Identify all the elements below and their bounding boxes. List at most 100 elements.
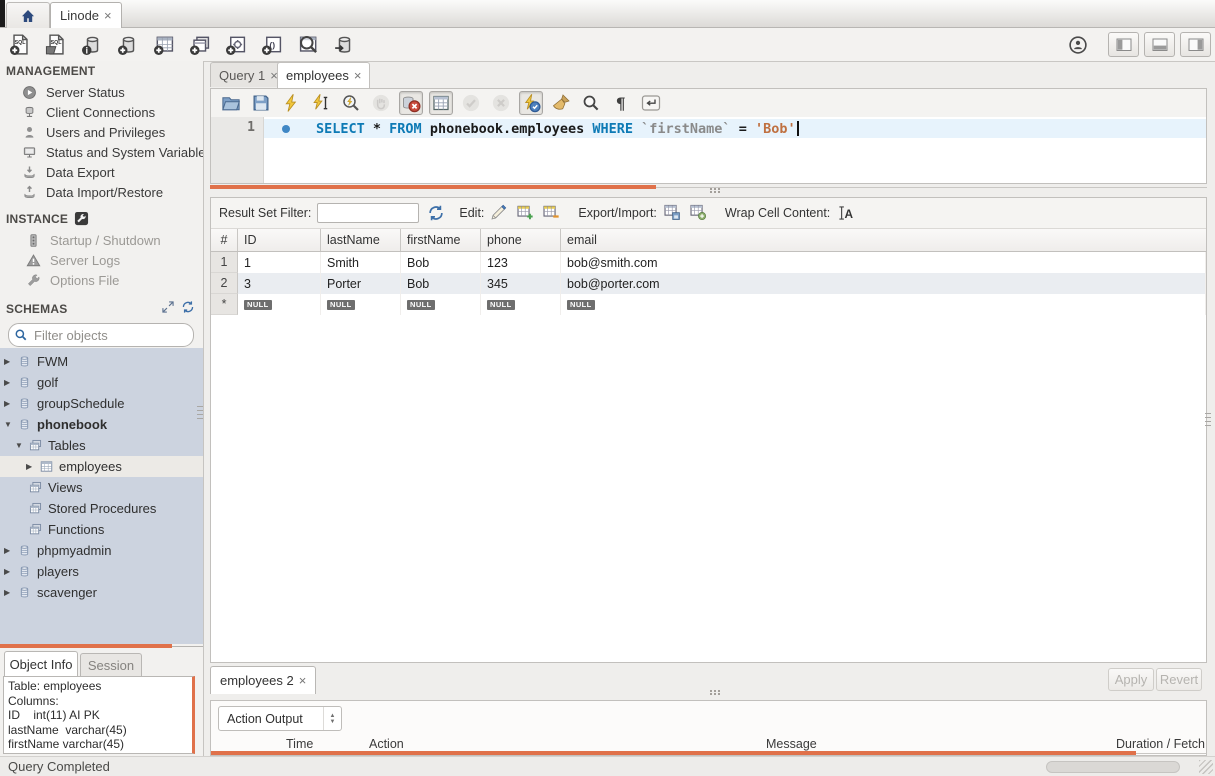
connection-tab-linode[interactable]: Linode × (50, 2, 122, 28)
show-invisible-characters-button[interactable]: ¶ (609, 91, 633, 115)
query-tab-query1[interactable]: Query 1 × (210, 62, 287, 87)
table-row[interactable]: 23PorterBob345bob@porter.com (211, 273, 1206, 294)
home-tab[interactable] (6, 2, 50, 28)
grid-cell[interactable]: NULL (561, 294, 1206, 315)
toggle-bottom-panel-button[interactable] (1144, 32, 1175, 57)
tree-item-phpmyadmin[interactable]: phpmyadmin (0, 540, 203, 561)
grid-cell[interactable]: Bob (401, 252, 481, 273)
wrap-cell-content-icon[interactable]: A (836, 204, 854, 222)
tree-item-phonebook[interactable]: phonebook (0, 414, 203, 435)
grid-cell[interactable]: 3 (238, 273, 321, 294)
column-header-email[interactable]: email (561, 229, 1206, 251)
edit-current-row-button[interactable] (490, 203, 508, 224)
tree-item-functions[interactable]: Functions (0, 519, 203, 540)
action-column-time[interactable]: Time (267, 737, 363, 751)
reconnect-database-button[interactable] (331, 31, 358, 58)
editor-results-splitter[interactable] (210, 184, 1207, 197)
action-column-action[interactable]: Action (363, 737, 758, 751)
open-sql-script-button[interactable]: SQL (43, 31, 70, 58)
tree-item-stored-procedures[interactable]: Stored Procedures (0, 498, 203, 519)
grid-cell[interactable]: Porter (321, 273, 401, 294)
close-icon[interactable]: × (299, 673, 307, 688)
grid-cell[interactable]: 345 (481, 273, 561, 294)
toggle-left-panel-button[interactable] (1108, 32, 1139, 57)
tree-item-scavenger[interactable]: scavenger (0, 582, 203, 603)
toggle-autocommit-button[interactable] (519, 91, 543, 115)
open-script-button[interactable] (219, 91, 243, 115)
toggle-right-panel-button[interactable] (1180, 32, 1211, 57)
horizontal-scrollbar-thumb[interactable] (1046, 761, 1180, 773)
grid-cell[interactable]: bob@porter.com (561, 273, 1206, 294)
tab-object-info[interactable]: Object Info (4, 651, 78, 676)
close-icon[interactable]: × (104, 8, 112, 23)
tab-session[interactable]: Session (80, 653, 142, 676)
sidebar-item-server-logs[interactable]: Server Logs (0, 250, 203, 270)
add-new-row-button[interactable] (516, 203, 534, 224)
action-column-message[interactable]: Message (758, 737, 1110, 751)
workbench-status-button[interactable] (1067, 34, 1089, 56)
result-tab-employees-2[interactable]: employees 2 × (210, 666, 316, 694)
sidebar-item-users-and-privileges[interactable]: Users and Privileges (0, 122, 203, 142)
explain-statement-button[interactable] (339, 91, 363, 115)
export-recordset-button[interactable] (663, 203, 681, 224)
chevron-right-icon[interactable] (4, 399, 17, 408)
grid-cell[interactable]: NULL (321, 294, 401, 315)
find-panel-button[interactable] (579, 91, 603, 115)
grid-cell[interactable]: NULL (238, 294, 321, 315)
sidebar-item-data-export[interactable]: Data Export (0, 162, 203, 182)
grid-cell[interactable]: bob@smith.com (561, 252, 1206, 273)
execute-statements-button[interactable] (279, 91, 303, 115)
execute-current-statement-button[interactable] (309, 91, 333, 115)
tree-item-employees[interactable]: employees (0, 456, 203, 477)
sidebar-splitter[interactable] (0, 644, 203, 649)
create-view-button[interactable] (187, 31, 214, 58)
grid-cell[interactable]: NULL (481, 294, 561, 315)
sidebar-item-options-file[interactable]: Options File (0, 270, 203, 290)
column-header-[interactable]: # (211, 229, 238, 251)
create-procedure-button[interactable] (223, 31, 250, 58)
grid-cell[interactable]: Bob (401, 273, 481, 294)
create-schema-button[interactable] (115, 31, 142, 58)
close-icon[interactable]: × (354, 68, 362, 83)
toggle-word-wrap-button[interactable] (639, 91, 663, 115)
grid-cell[interactable]: NULL (401, 294, 481, 315)
limit-rows-button[interactable] (429, 91, 453, 115)
tree-item-tables[interactable]: Tables (0, 435, 203, 456)
window-resize-grip[interactable] (1199, 760, 1213, 774)
chevron-right-icon[interactable] (4, 357, 17, 366)
chevron-right-icon[interactable] (4, 567, 17, 576)
column-header-id[interactable]: ID (238, 229, 321, 251)
schema-filter-input[interactable] (32, 327, 189, 344)
query-tab-employees[interactable]: employees × (277, 62, 370, 88)
chevron-right-icon[interactable] (4, 588, 17, 597)
schema-inspector-button[interactable]: i (79, 31, 106, 58)
tree-item-players[interactable]: players (0, 561, 203, 582)
expand-schemas-button[interactable] (161, 300, 175, 317)
new-row[interactable]: *NULLNULLNULLNULLNULL (211, 294, 1206, 315)
column-header-firstname[interactable]: firstName (401, 229, 481, 251)
spinner-arrows-icon[interactable] (323, 707, 341, 730)
refresh-schemas-button[interactable] (181, 300, 195, 317)
sidebar-item-status-and-system-variables[interactable]: Status and System Variables (0, 142, 203, 162)
sidebar-item-startup-shutdown[interactable]: Startup / Shutdown (0, 230, 203, 250)
sidebar-item-data-import-restore[interactable]: Data Import/Restore (0, 182, 203, 202)
grid-cell[interactable]: 123 (481, 252, 561, 273)
create-table-button[interactable] (151, 31, 178, 58)
grid-cell[interactable]: 1 (238, 252, 321, 273)
sidebar-item-client-connections[interactable]: Client Connections (0, 102, 203, 122)
right-panel-grip[interactable] (1205, 413, 1211, 427)
delete-selected-rows-button[interactable] (542, 203, 560, 224)
output-selector[interactable]: Action Output (218, 706, 342, 731)
result-set-filter-input[interactable] (317, 203, 419, 223)
create-function-button[interactable]: () (259, 31, 286, 58)
sidebar-resize-grip[interactable] (197, 406, 203, 420)
column-header-lastname[interactable]: lastName (321, 229, 401, 251)
new-sql-tab-button[interactable]: SQL (7, 31, 34, 58)
sql-code-line[interactable]: SELECT * FROM phonebook.employees WHERE … (264, 119, 1206, 138)
splitter-grip[interactable] (710, 690, 712, 692)
refresh-icon[interactable] (427, 204, 445, 222)
grid-cell[interactable]: Smith (321, 252, 401, 273)
search-table-data-button[interactable] (295, 31, 322, 58)
toggle-stop-on-error-button[interactable] (399, 91, 423, 115)
column-header-phone[interactable]: phone (481, 229, 561, 251)
